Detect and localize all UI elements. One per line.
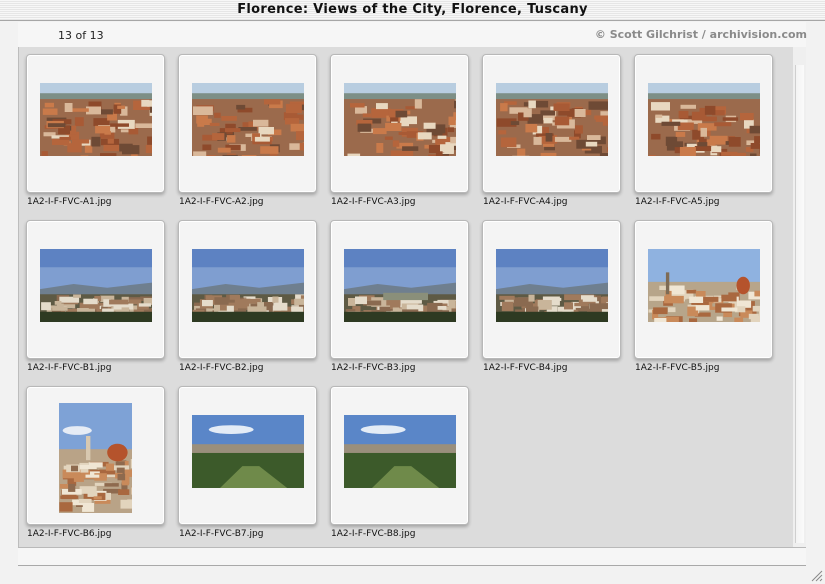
thumbnail-image [647,83,760,156]
thumbnail-filename: 1A2-I-F-FVC-B7.jpg [179,529,264,539]
window-title-bar[interactable]: Florence: Views of the City, Florence, T… [0,0,825,21]
thumbnail-slide[interactable] [26,386,165,525]
thumbnail-slide[interactable] [330,386,469,525]
thumbnail-filename: 1A2-I-F-FVC-A5.jpg [635,197,720,207]
thumbnail-filename: 1A2-I-F-FVC-A1.jpg [27,197,112,207]
thumbnail-image [495,83,608,156]
scrollbar-track[interactable] [795,65,804,543]
thumbnail-filename: 1A2-I-F-FVC-B6.jpg [27,529,112,539]
thumbnail-image [495,249,608,322]
thumbnail-grid: 1A2-I-F-FVC-A1.jpg 1A2-I-F-FVC-A2.jpg 1A2-… [18,47,793,547]
thumbnail-slide[interactable] [330,220,469,359]
thumbnail-slide[interactable] [634,220,773,359]
thumbnail-filename: 1A2-I-F-FVC-B3.jpg [331,363,416,373]
thumbnail-slide[interactable] [26,54,165,193]
thumbnail-image [191,83,304,156]
thumbnail-filename: 1A2-I-F-FVC-B1.jpg [27,363,112,373]
thumbnail-image [191,249,304,322]
thumbnail-slide[interactable] [330,54,469,193]
vertical-scrollbar[interactable] [793,47,806,547]
thumbnail-image [647,249,760,322]
bottom-bar [18,547,806,566]
thumbnail-filename: 1A2-I-F-FVC-B8.jpg [331,529,416,539]
image-count: 13 of 13 [58,29,104,42]
thumbnail-image [343,83,456,156]
window-title: Florence: Views of the City, Florence, T… [237,2,588,17]
thumbnail-filename: 1A2-I-F-FVC-B5.jpg [635,363,720,373]
thumbnail-image [59,402,132,513]
copyright-credit: © Scott Gilchrist / archivision.com [594,28,807,41]
thumbnail-filename: 1A2-I-F-FVC-A2.jpg [179,197,264,207]
thumbnail-image [39,83,152,156]
info-bar: 13 of 13 © Scott Gilchrist / archivision… [18,22,807,48]
thumbnail-filename: 1A2-I-F-FVC-B2.jpg [179,363,264,373]
thumbnail-slide[interactable] [482,54,621,193]
thumbnail-slide[interactable] [634,54,773,193]
thumbnail-image [39,249,152,322]
thumbnail-filename: 1A2-I-F-FVC-B4.jpg [483,363,568,373]
thumbnail-slide[interactable] [26,220,165,359]
thumbnail-slide[interactable] [482,220,621,359]
resize-grip-icon[interactable] [809,568,823,582]
thumbnail-slide[interactable] [178,54,317,193]
thumbnail-slide[interactable] [178,386,317,525]
thumbnail-slide[interactable] [178,220,317,359]
thumbnail-image [343,249,456,322]
thumbnail-filename: 1A2-I-F-FVC-A4.jpg [483,197,568,207]
thumbnail-filename: 1A2-I-F-FVC-A3.jpg [331,197,416,207]
thumbnail-image [343,415,456,488]
thumbnail-image [191,415,304,488]
